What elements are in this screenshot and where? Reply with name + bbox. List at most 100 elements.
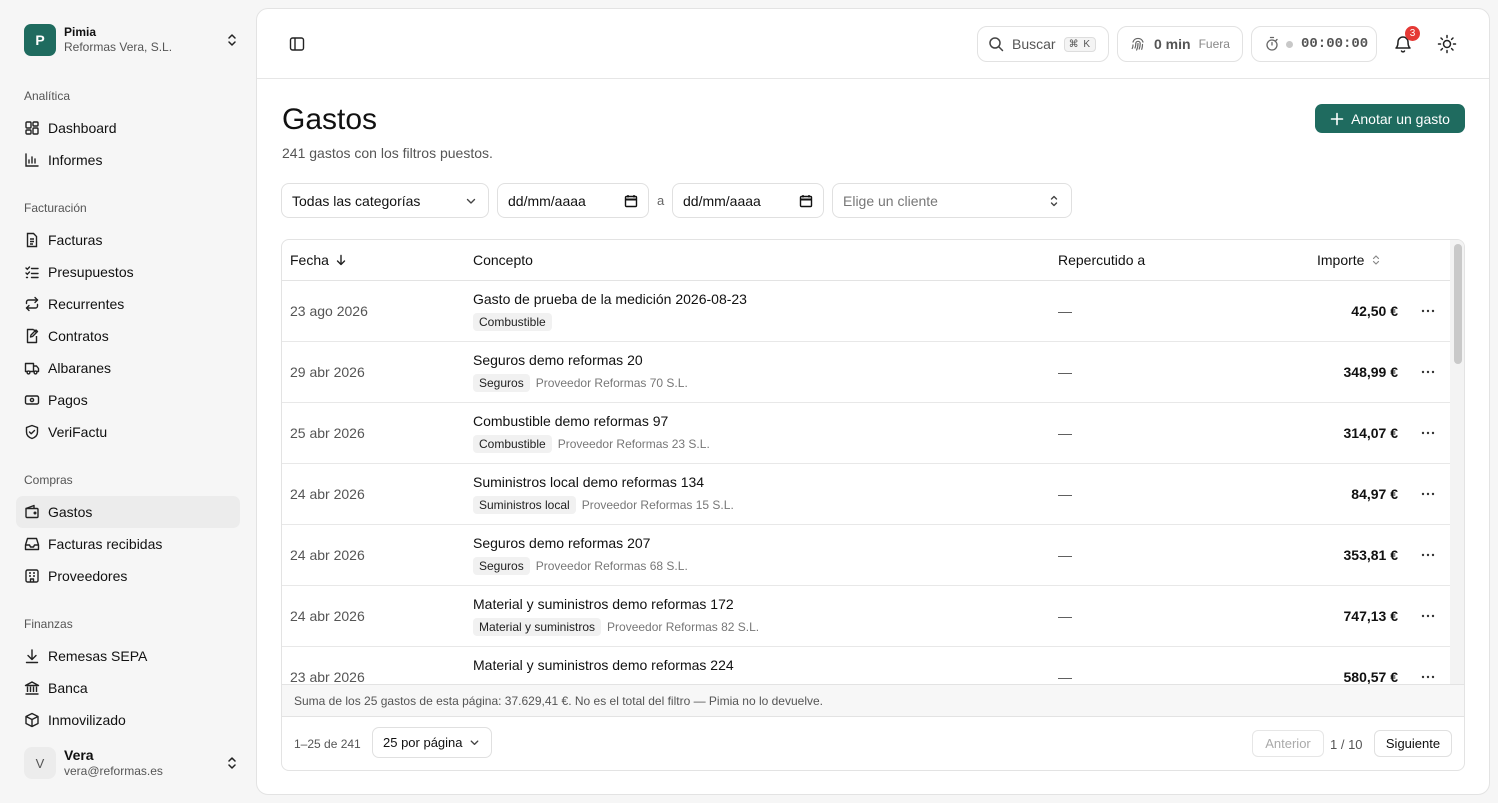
sidebar-item-gastos[interactable]: Gastos [16,496,240,528]
page-subtitle: 241 gastos con los filtros puestos. [282,145,493,161]
chevron-up-down-icon [228,757,236,769]
add-expense-button[interactable]: Anotar un gasto [1315,104,1465,133]
checklist-icon [25,266,39,279]
inbox-icon [24,537,40,551]
next-page-button[interactable]: Siguiente [1374,730,1452,757]
user-menu[interactable]: V Vera vera@reformas.es [24,746,240,780]
section-label-compras: Compras [24,473,73,487]
bar-chart-icon [25,153,39,167]
user-email: vera@reformas.es [64,764,163,778]
org-name: Pimia [64,25,97,39]
truck-icon [24,362,40,375]
sidebar-item-informes[interactable]: Informes [16,144,240,176]
sidebar-item-dashboard[interactable]: Dashboard [16,112,240,144]
sidebar: P Pimia Reformas Vera, S.L. Analítica Da… [0,0,256,803]
calendar-icon[interactable] [799,194,813,208]
arrow-down-icon [336,254,346,266]
table-row[interactable]: 24 abr 2026 Seguros demo reformas 207 Se… [282,525,1450,586]
chevron-down-icon [466,198,476,204]
document-icon [26,232,38,248]
sidebar-item-presupuestos[interactable]: Presupuestos [16,256,240,288]
download-arrow-icon [25,649,39,664]
timer-button[interactable]: 00:00:00 [1251,26,1377,62]
sidebar-item-banca[interactable]: Banca [16,672,240,704]
search-button[interactable]: Buscar ⌘ K [977,26,1109,62]
section-label-facturacion: Facturación [24,201,87,215]
per-page-select[interactable]: 25 por página [372,727,492,758]
column-header-date[interactable]: Fecha [290,252,347,268]
more-horizontal-icon[interactable] [1420,303,1436,319]
calendar-icon[interactable] [624,194,638,208]
table-row[interactable]: 23 ago 2026 Gasto de prueba de la medici… [282,281,1450,342]
sidebar-item-facturas-recibidas[interactable]: Facturas recibidas [16,528,240,560]
file-signature-icon [26,328,39,344]
more-horizontal-icon[interactable] [1420,547,1436,563]
sidebar-item-inmovilizado[interactable]: Inmovilizado [16,704,240,736]
box-icon [25,712,39,728]
table-row[interactable]: 24 abr 2026 Material y suministros demo … [282,586,1450,647]
org-company: Reformas Vera, S.L. [64,40,173,54]
sidebar-item-verifactu[interactable]: VeriFactu [16,416,240,448]
scrollbar-thumb[interactable] [1454,244,1462,364]
timer-value: 00:00:00 [1301,36,1369,52]
banknote-icon [24,395,40,405]
wallet-icon [25,504,39,519]
sidebar-item-facturas[interactable]: Facturas [16,224,240,256]
clock-minutes: 0 min [1154,36,1191,52]
provider-name: Proveedor Reformas 70 S.L. [535,376,688,390]
table-row[interactable]: 25 abr 2026 Combustible demo reformas 97… [282,403,1450,464]
expenses-table: Fecha Concepto Repercutido a Importe 23 … [281,239,1465,771]
table-header: Fecha Concepto Repercutido a Importe [282,240,1450,281]
more-horizontal-icon[interactable] [1420,669,1436,685]
sun-icon[interactable] [1437,34,1457,54]
section-label-analitica: Analítica [24,89,71,103]
date-from-input[interactable]: dd/mm/aaaa [497,183,649,218]
page-title: Gastos [282,103,378,136]
category-tag: Suministros local [473,496,576,514]
chevron-up-down-icon [228,34,236,46]
building-icon [25,569,39,583]
sort-icon [1373,255,1380,265]
section-label-finanzas: Finanzas [24,617,73,631]
sidebar-item-remesas-sepa[interactable]: Remesas SEPA [16,640,240,672]
org-logo: P [24,24,56,56]
user-name: Vera [64,747,94,763]
date-to-input[interactable]: dd/mm/aaaa [672,183,824,218]
table-row[interactable]: 29 abr 2026 Seguros demo reformas 20 Seg… [282,342,1450,403]
table-row[interactable]: 24 abr 2026 Suministros local demo refor… [282,464,1450,525]
sidebar-item-recurrentes[interactable]: Recurrentes [16,288,240,320]
sidebar-item-proveedores[interactable]: Proveedores [16,560,240,592]
more-horizontal-icon[interactable] [1420,608,1436,624]
date-separator: a [657,193,665,208]
repeat-icon [25,296,39,312]
plus-icon [1330,112,1344,125]
org-switcher[interactable]: P Pimia Reformas Vera, S.L. [24,24,240,56]
sidebar-item-pagos[interactable]: Pagos [16,384,240,416]
sidebar-item-albaranes[interactable]: Albaranes [16,352,240,384]
more-horizontal-icon[interactable] [1420,425,1436,441]
category-tag: Material y suministros [473,618,602,636]
prev-page-button[interactable]: Anterior [1252,730,1324,757]
category-tag: Seguros [473,374,530,392]
clock-in-button[interactable]: 0 min Fuera [1117,26,1243,62]
sidebar-toggle-icon[interactable] [289,36,305,52]
main-panel: Buscar ⌘ K 0 min Fuera 00:00:00 3 Gastos… [256,8,1490,795]
more-horizontal-icon[interactable] [1420,486,1436,502]
column-header-concept: Concepto [473,252,533,268]
client-select[interactable]: Elige un cliente [832,183,1072,218]
search-icon [989,37,1004,52]
column-header-amount[interactable]: Importe [1317,252,1382,268]
avatar: V [24,747,56,779]
timer-status-dot [1286,40,1293,48]
category-tag: Combustible [473,313,552,331]
provider-name: Proveedor Reformas 15 S.L. [581,498,734,512]
column-header-charged-to: Repercutido a [1058,252,1146,268]
clock-status: Fuera [1198,37,1230,51]
sidebar-item-contratos[interactable]: Contratos [16,320,240,352]
page-sum-note: Suma de los 25 gastos de esta página: 37… [282,684,1464,717]
table-scrollbar[interactable] [1450,240,1464,684]
more-horizontal-icon[interactable] [1420,364,1436,380]
provider-name: Proveedor Reformas 23 S.L. [557,437,710,451]
category-select[interactable]: Todas las categorías [281,183,489,218]
category-tag: Combustible [473,435,552,453]
